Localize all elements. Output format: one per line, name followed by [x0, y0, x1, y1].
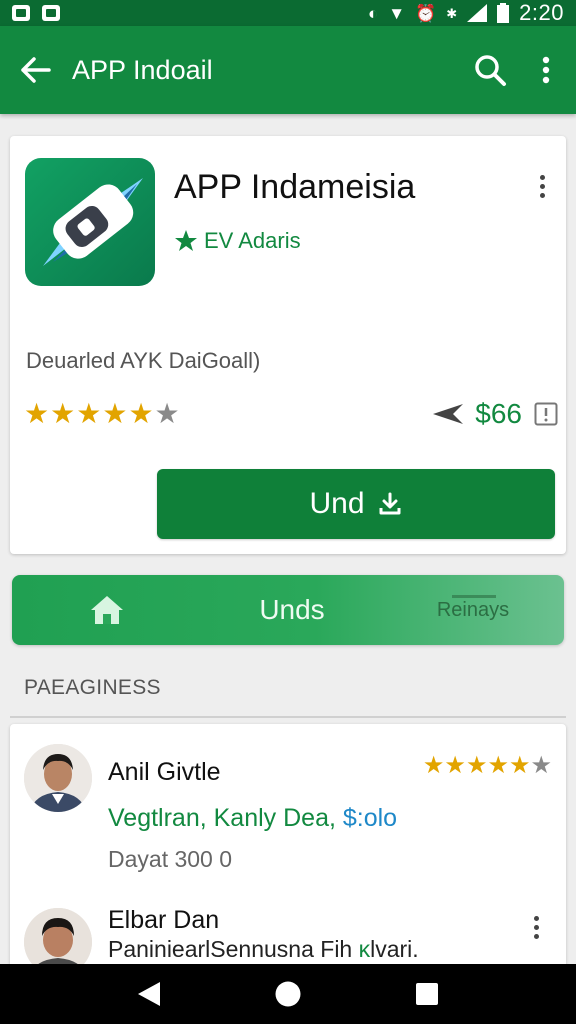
- bluetooth-icon: ✱: [446, 5, 458, 21]
- app-card-menu-button[interactable]: [530, 170, 554, 202]
- star-empty-icon: ★: [154, 398, 180, 429]
- install-button[interactable]: Und: [157, 469, 555, 539]
- review-text-main: PaniniearlSennusna Fih: [108, 936, 353, 962]
- star-icon: ★: [76, 398, 102, 429]
- sync-icon: ◐: [367, 3, 379, 23]
- app-name: APP Indameisia: [174, 168, 416, 206]
- search-button[interactable]: [460, 40, 520, 100]
- review-date: Dayat 300 0: [108, 846, 233, 872]
- review-menu-button[interactable]: [526, 912, 546, 942]
- page-title: APP Indoail: [72, 54, 213, 85]
- tab-reviews[interactable]: Reinays: [382, 575, 564, 645]
- developer-row[interactable]: EV Adaris: [174, 228, 301, 254]
- info-box-icon[interactable]: [534, 402, 558, 426]
- review-rating: ★ ★ ★ ★ ★ ★: [423, 754, 552, 778]
- home-icon: [91, 596, 123, 624]
- download-icon: [379, 492, 401, 515]
- more-vert-icon: [539, 174, 545, 180]
- triangle-back-icon: [138, 982, 161, 1006]
- star-icon: ★: [128, 398, 154, 429]
- reviews-list: Anil Givtle ★ ★ ★ ★ ★ ★ Vegtlran, Kanly …: [10, 724, 566, 984]
- send-icon[interactable]: [433, 402, 464, 426]
- wifi-icon: ▼: [388, 3, 406, 23]
- notification-icon: [12, 5, 30, 21]
- review-text-tail: lvari.: [370, 936, 419, 962]
- star-icon: ★: [50, 398, 76, 429]
- more-vert-icon: [533, 915, 539, 921]
- reviewer-name: Anil Givtle: [108, 758, 221, 786]
- tab-bar: Unds Reinays: [12, 575, 564, 645]
- app-rating: ★ ★ ★ ★ ★ ★: [24, 400, 180, 428]
- status-bar: ◐ ▼ ⏰ ✱ 2:20: [0, 0, 576, 26]
- nav-recents-button[interactable]: [397, 964, 457, 1024]
- review-text-mark: ĸ: [358, 936, 371, 962]
- app-price: $66: [475, 398, 522, 429]
- developer-name: EV Adaris: [204, 228, 301, 253]
- tab-main[interactable]: Unds: [202, 575, 382, 645]
- nav-home-button[interactable]: [258, 964, 318, 1024]
- status-time: 2:20: [519, 0, 564, 25]
- star-icon: ★: [422, 752, 445, 779]
- battery-icon: [497, 3, 510, 23]
- star-icon: ★: [24, 398, 50, 429]
- arrow-left-icon: [21, 57, 51, 83]
- avatar[interactable]: [24, 744, 92, 812]
- star-empty-icon: ★: [530, 752, 552, 779]
- app-details-card: APP Indameisia EV Adaris Deuarled AYK Da…: [10, 136, 566, 554]
- star-icon: ★: [465, 752, 488, 779]
- review-tags-text: Vegtlran, Kanly Dea,: [108, 804, 343, 832]
- system-nav-bar: [0, 964, 576, 1024]
- tab-home[interactable]: [12, 575, 202, 645]
- star-icon: ★: [444, 752, 466, 779]
- install-button-label: Und: [309, 487, 365, 520]
- app-bar: APP Indoail: [0, 26, 576, 114]
- divider: [10, 716, 566, 718]
- star-icon: ★: [508, 752, 531, 779]
- review-tags-accent: $:olo: [342, 804, 398, 832]
- overflow-menu-button[interactable]: [520, 40, 572, 100]
- price-row: $66: [433, 398, 558, 430]
- app-subtitle: Deuarled AYK DaiGoall): [26, 348, 261, 373]
- review-text: PaniniearlSennusna Fih ĸlvari.: [108, 936, 419, 963]
- circle-home-icon: [275, 981, 301, 1007]
- more-vert-icon: [542, 56, 550, 84]
- section-header: PAEAGINESS: [24, 676, 161, 699]
- back-button[interactable]: [0, 26, 72, 114]
- review-tags: Vegtlran, Kanly Dea, $:olo: [108, 804, 397, 833]
- alarm-icon: ⏰: [415, 3, 437, 23]
- search-icon: [475, 55, 506, 86]
- image-icon: [42, 5, 60, 21]
- reviewer-name: Elbar Dan: [108, 906, 220, 934]
- nav-back-button[interactable]: [119, 964, 179, 1024]
- signal-icon: [467, 4, 488, 22]
- star-icon: ★: [487, 752, 509, 779]
- square-recents-icon: [415, 983, 438, 1005]
- star-icon: ★: [102, 398, 128, 429]
- app-logo: [25, 158, 155, 286]
- star-badge-icon: [175, 230, 197, 251]
